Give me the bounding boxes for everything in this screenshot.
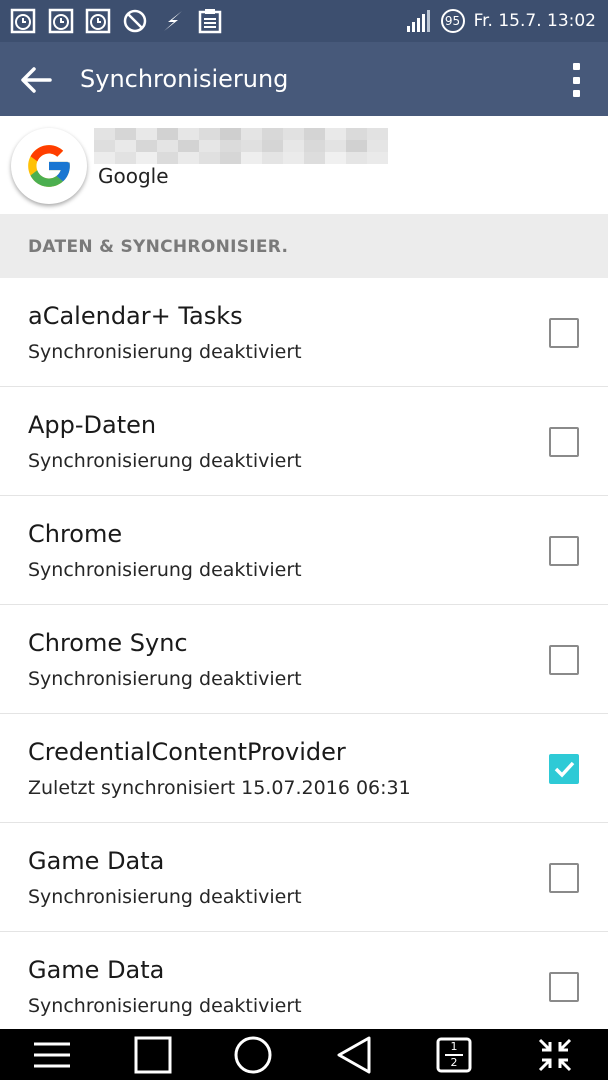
dual-window-top: 1: [450, 1040, 458, 1053]
sync-item-title: Game Data: [28, 956, 165, 984]
sync-checkbox[interactable]: [549, 427, 579, 457]
alarm-clock-icon: [10, 8, 36, 34]
status-bar: 95 Fr. 15.7. 13:02: [0, 0, 608, 42]
sync-checkbox[interactable]: [549, 536, 579, 566]
recents-button[interactable]: [133, 1035, 173, 1075]
sync-item-status: Zuletzt synchronisiert 15.07.2016 06:31: [28, 777, 411, 799]
sync-item-credential-content-provider[interactable]: CredentialContentProvider Zuletzt synchr…: [0, 714, 608, 823]
nav-back-button[interactable]: [334, 1035, 374, 1075]
sync-item-game-data-2[interactable]: Game Data Synchronisierung deaktiviert: [0, 932, 608, 1041]
status-right: 95 Fr. 15.7. 13:02: [406, 0, 596, 42]
sync-item-status: Synchronisierung deaktiviert: [28, 341, 302, 363]
do-not-disturb-icon: [123, 9, 147, 33]
battery-icon: 95: [440, 8, 466, 34]
signal-icon: [406, 10, 430, 32]
sync-item-status: Synchronisierung deaktiviert: [28, 995, 302, 1017]
sync-item-title: Game Data: [28, 847, 165, 875]
dual-window-bottom: 2: [450, 1056, 458, 1069]
sync-item-status: Synchronisierung deaktiviert: [28, 450, 302, 472]
sync-checkbox[interactable]: [549, 318, 579, 348]
account-header: Google: [0, 116, 608, 214]
overflow-menu-icon: [572, 63, 580, 70]
navigation-bar: 1 2: [0, 1029, 608, 1080]
sync-checkbox[interactable]: [549, 972, 579, 1002]
section-header: DATEN & SYNCHRONISIER.: [0, 214, 608, 278]
sync-checkbox[interactable]: [549, 754, 579, 784]
sync-item-title: Chrome: [28, 520, 123, 548]
status-date-time: Fr. 15.7. 13:02: [473, 11, 596, 31]
alarm-clock-icon: [48, 8, 74, 34]
google-g-icon: [11, 128, 87, 204]
sync-list: aCalendar+ Tasks Synchronisierung deakti…: [0, 278, 608, 1041]
alarm-clock-icon: [85, 8, 111, 34]
lightning-icon: [164, 11, 182, 31]
sync-item-title: Chrome Sync: [28, 629, 188, 657]
clipboard-icon: [198, 9, 222, 34]
minimize-button[interactable]: [535, 1035, 575, 1075]
page-title: Synchronisierung: [80, 65, 289, 93]
sync-item-chrome[interactable]: Chrome Synchronisierung deaktiviert: [0, 496, 608, 605]
sync-item-title: CredentialContentProvider: [28, 738, 346, 766]
arrow-left-icon: [21, 67, 52, 93]
back-button[interactable]: [14, 58, 58, 102]
sync-item-status: Synchronisierung deaktiviert: [28, 559, 302, 581]
sync-item-app-daten[interactable]: App-Daten Synchronisierung deaktiviert: [0, 387, 608, 496]
overflow-menu-button[interactable]: [564, 60, 588, 100]
sync-item-game-data[interactable]: Game Data Synchronisierung deaktiviert: [0, 823, 608, 932]
back-icon: [337, 1036, 371, 1074]
sync-item-chrome-sync[interactable]: Chrome Sync Synchronisierung deaktiviert: [0, 605, 608, 714]
sync-item-status: Synchronisierung deaktiviert: [28, 886, 302, 908]
minimize-icon: [538, 1038, 572, 1072]
overflow-dot: [572, 76, 580, 84]
menu-button[interactable]: [32, 1035, 72, 1075]
home-button[interactable]: [233, 1035, 273, 1075]
overflow-dot: [572, 90, 580, 97]
sync-checkbox[interactable]: [549, 645, 579, 675]
sync-item-title: aCalendar+ Tasks: [28, 302, 243, 330]
sync-item-acalendar-tasks[interactable]: aCalendar+ Tasks Synchronisierung deakti…: [0, 278, 608, 387]
recents-icon: [134, 1036, 172, 1074]
battery-level: 95: [444, 14, 461, 28]
home-icon: [234, 1036, 272, 1074]
sync-checkbox[interactable]: [549, 863, 579, 893]
account-type: Google: [98, 164, 169, 188]
account-email-redacted: [94, 128, 390, 164]
sync-item-title: App-Daten: [28, 411, 157, 439]
app-bar: Synchronisierung: [0, 42, 608, 116]
dual-window-button[interactable]: 1 2: [434, 1035, 474, 1075]
section-title: DATEN & SYNCHRONISIER.: [28, 237, 289, 257]
sync-item-status: Synchronisierung deaktiviert: [28, 668, 302, 690]
dual-window-icon: 1 2: [436, 1037, 472, 1073]
checkmark-icon: [554, 761, 575, 778]
menu-icon: [34, 1042, 70, 1068]
